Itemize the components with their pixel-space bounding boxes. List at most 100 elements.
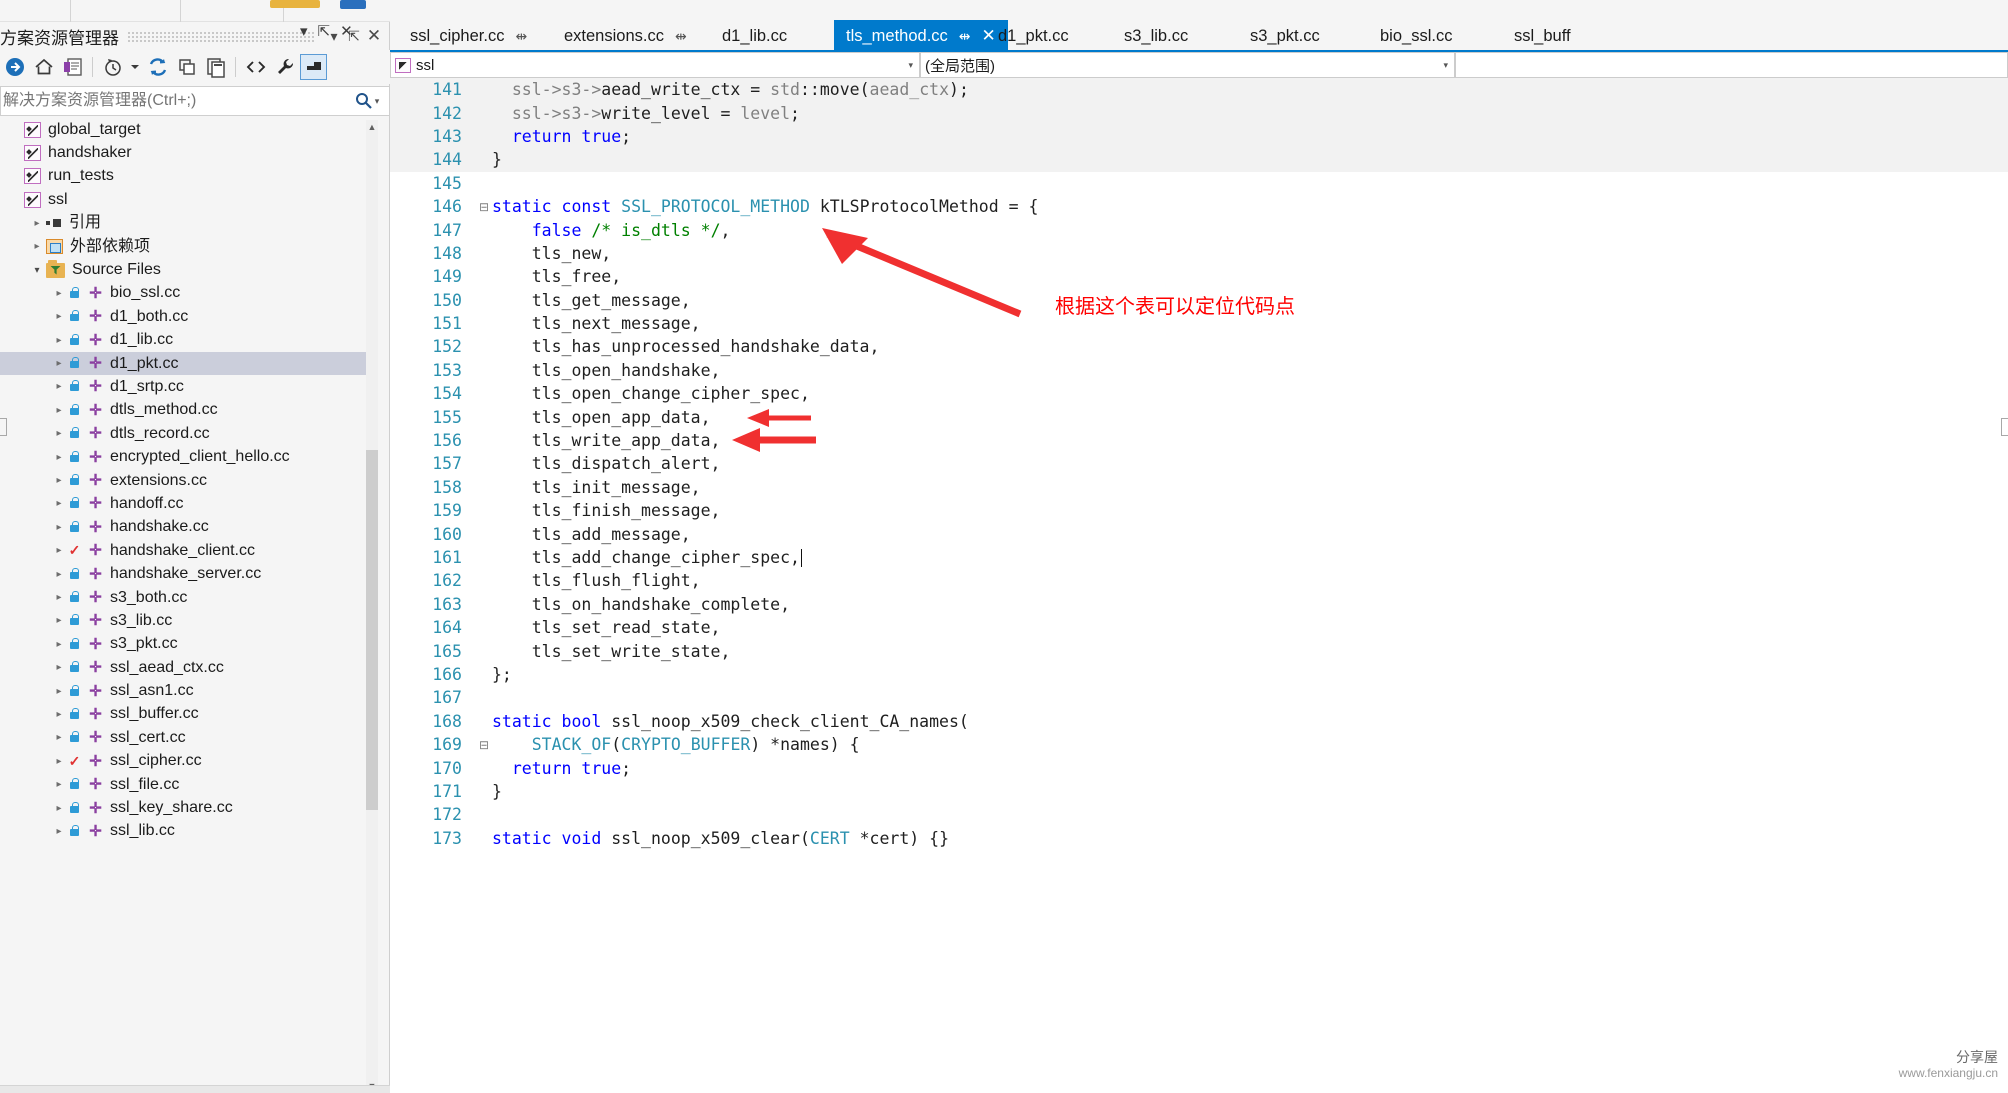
solution-tree[interactable]: global_target handshaker run_tests ssl ▸ 引用 ▸ 外… <box>0 118 378 1093</box>
code-line[interactable]: 171} <box>390 780 2008 803</box>
navbar-project-caret-icon[interactable]: ▾ <box>908 60 913 71</box>
pending-changes-icon[interactable] <box>59 54 86 80</box>
solution-explorer-search-row[interactable]: ▾ <box>0 86 390 116</box>
tree-item-d1_bothcc[interactable]: ▸ ✛ d1_both.cc <box>0 305 378 328</box>
tree-expander-icon[interactable]: ▸ <box>50 639 68 650</box>
code-line[interactable]: 159 tls_finish_message, <box>390 499 2008 522</box>
code-line[interactable]: 170 return true; <box>390 756 2008 779</box>
code-line[interactable]: 157 tls_dispatch_alert, <box>390 452 2008 475</box>
code-line[interactable]: 169 ⊟ STACK_OF(CRYPTO_BUFFER) *names) { <box>390 733 2008 756</box>
refresh-icon[interactable] <box>144 54 171 80</box>
code-line[interactable]: 148 tls_new, <box>390 242 2008 265</box>
tree-item-ssl[interactable]: ssl <box>0 188 378 211</box>
navbar-scope-dropdown[interactable]: (全局范围) ▾ <box>920 52 1455 78</box>
code-line[interactable]: 173 static void ssl_noop_x509_clear(CERT … <box>390 827 2008 850</box>
tree-expander-icon[interactable]: ▸ <box>50 335 68 346</box>
scroll-up-arrow-icon[interactable]: ▲ <box>366 120 378 134</box>
tree-item-s3_bothcc[interactable]: ▸ ✛ s3_both.cc <box>0 586 378 609</box>
properties-wrench-icon[interactable] <box>271 54 298 80</box>
navbar-member-dropdown[interactable] <box>1455 52 2008 78</box>
tree-scrollbar[interactable]: ▲ ▼ <box>366 120 378 1093</box>
tree-item-global_target[interactable]: global_target <box>0 118 378 141</box>
panel-close-icon[interactable]: ✕ <box>364 25 384 47</box>
tree-expander-icon[interactable]: ▸ <box>50 498 68 509</box>
tree-expander-icon[interactable]: ▸ <box>50 428 68 439</box>
tree-item-ssl_buffercc[interactable]: ▸ ✛ ssl_buffer.cc <box>0 703 378 726</box>
tree-item-ssl_asn1cc[interactable]: ▸ ✛ ssl_asn1.cc <box>0 679 378 702</box>
navbar-scope-caret-icon[interactable]: ▾ <box>1443 60 1448 71</box>
tree-expander-icon[interactable]: ▸ <box>50 803 68 814</box>
code-view-icon[interactable] <box>242 54 269 80</box>
tree-item-ssl_certcc[interactable]: ▸ ✛ ssl_cert.cc <box>0 726 378 749</box>
code-line[interactable]: 172 <box>390 803 2008 826</box>
editor-tab-extensionscc[interactable]: extensions.cc ⇹ <box>552 20 699 52</box>
editor-tab-ssl_buff[interactable]: ssl_buff <box>1502 20 1583 52</box>
code-line[interactable]: 161 tls_add_change_cipher_spec, <box>390 546 2008 569</box>
tree-item-[interactable]: ▸ 引用 <box>0 212 378 235</box>
tree-item-SourceFiles[interactable]: ▾ Source Files <box>0 258 378 281</box>
code-line[interactable]: 144} <box>390 148 2008 172</box>
search-icon[interactable]: ▾ <box>345 87 389 115</box>
docwell-pin-icon[interactable]: ⇱ <box>318 22 331 40</box>
tree-expander-icon[interactable]: ▸ <box>50 709 68 720</box>
tree-expander-icon[interactable]: ▸ <box>50 615 68 626</box>
code-line[interactable]: 163 tls_on_handshake_complete, <box>390 593 2008 616</box>
code-line[interactable]: 145 <box>390 172 2008 195</box>
editor-tab-s3_pktcc[interactable]: s3_pkt.cc <box>1238 20 1332 52</box>
tree-item-ssl_filecc[interactable]: ▸ ✛ ssl_file.cc <box>0 773 378 796</box>
tree-expander-icon[interactable]: ▸ <box>50 756 68 767</box>
tree-expander-icon[interactable]: ▸ <box>50 592 68 603</box>
tab-pin-icon[interactable]: ⇹ <box>959 28 971 45</box>
editor-tab-d1_libcc[interactable]: d1_lib.cc <box>710 20 799 52</box>
tree-item-encrypted_client_hellocc[interactable]: ▸ ✛ encrypted_client_hello.cc <box>0 445 378 468</box>
tree-scrollbar-thumb[interactable] <box>366 450 378 810</box>
code-fold-toggle-icon[interactable]: ⊟ <box>476 200 492 214</box>
preview-selected-items-icon[interactable] <box>300 54 327 80</box>
editor-tab-s3_libcc[interactable]: s3_lib.cc <box>1112 20 1200 52</box>
tree-item-bio_sslcc[interactable]: ▸ ✛ bio_ssl.cc <box>0 282 378 305</box>
code-line[interactable]: 155 tls_open_app_data, <box>390 405 2008 428</box>
tree-expander-icon[interactable]: ▸ <box>50 475 68 486</box>
panel-drag-grip[interactable] <box>127 30 316 42</box>
tree-expander-icon[interactable]: ▸ <box>50 311 68 322</box>
tree-expander-icon[interactable]: ▸ <box>50 662 68 673</box>
docwell-close-icon[interactable]: ✕ <box>340 22 353 40</box>
code-line[interactable]: 164 tls_set_read_state, <box>390 616 2008 639</box>
navbar-project-dropdown[interactable]: ssl ▾ <box>390 52 920 78</box>
code-line[interactable]: 142 ssl->s3->write_level = level; <box>390 101 2008 125</box>
tree-expander-icon[interactable]: ▸ <box>50 405 68 416</box>
tree-expander-icon[interactable]: ▸ <box>28 218 46 229</box>
tree-expander-icon[interactable]: ▸ <box>50 358 68 369</box>
tree-expander-icon[interactable]: ▾ <box>28 265 46 276</box>
tree-item-handshakecc[interactable]: ▸ ✛ handshake.cc <box>0 516 378 539</box>
toolbar-platform-dropdown-partial[interactable] <box>340 0 366 9</box>
code-line[interactable]: 156 tls_write_app_data, <box>390 429 2008 452</box>
code-line[interactable]: 166}; <box>390 663 2008 686</box>
tree-item-s3_libcc[interactable]: ▸ ✛ s3_lib.cc <box>0 609 378 632</box>
tree-expander-icon[interactable]: ▸ <box>50 452 68 463</box>
code-editor[interactable]: ▴ 141 ssl->s3->aead_write_ctx = std::mov… <box>390 78 2008 1093</box>
tree-item-handoffcc[interactable]: ▸ ✛ handoff.cc <box>0 492 378 515</box>
collapse-all-icon[interactable] <box>173 54 200 80</box>
search-input[interactable] <box>1 91 345 111</box>
tree-expander-icon[interactable]: ▸ <box>50 732 68 743</box>
tree-expander-icon[interactable]: ▸ <box>50 288 68 299</box>
tree-expander-icon[interactable]: ▸ <box>28 241 46 252</box>
code-line[interactable]: 160 tls_add_message, <box>390 522 2008 545</box>
code-line[interactable]: 152 tls_has_unprocessed_handshake_data, <box>390 335 2008 358</box>
editor-tab-tls_methodcc[interactable]: tls_method.cc ⇹ ✕ <box>834 20 1008 52</box>
history-clock-icon[interactable] <box>99 54 126 80</box>
code-line[interactable]: 143 return true; <box>390 124 2008 149</box>
tree-item-extensionscc[interactable]: ▸ ✛ extensions.cc <box>0 469 378 492</box>
editor-tab-ssl_ciphercc[interactable]: ssl_cipher.cc ⇹ <box>398 20 539 52</box>
history-dropdown-caret-icon[interactable] <box>128 54 142 80</box>
editor-tabbar[interactable]: ▾ ⇱ ✕ ssl_cipher.cc ⇹ extensions.cc ⇹ d1_lib… <box>300 0 2008 52</box>
back-navigate-icon[interactable] <box>1 54 28 80</box>
code-line[interactable]: 158 tls_init_message, <box>390 476 2008 499</box>
tree-expander-icon[interactable]: ▸ <box>50 686 68 697</box>
code-line[interactable]: 146 ⊟ static const SSL_PROTOCOL_METHOD kTL… <box>390 195 2008 218</box>
tree-item-s3_pktcc[interactable]: ▸ ✛ s3_pkt.cc <box>0 633 378 656</box>
tree-item-dtls_methodcc[interactable]: ▸ ✛ dtls_method.cc <box>0 399 378 422</box>
tree-item-ssl_libcc[interactable]: ▸ ✛ ssl_lib.cc <box>0 820 378 843</box>
tree-item-[interactable]: ▸ 外部依赖项 <box>0 235 378 258</box>
